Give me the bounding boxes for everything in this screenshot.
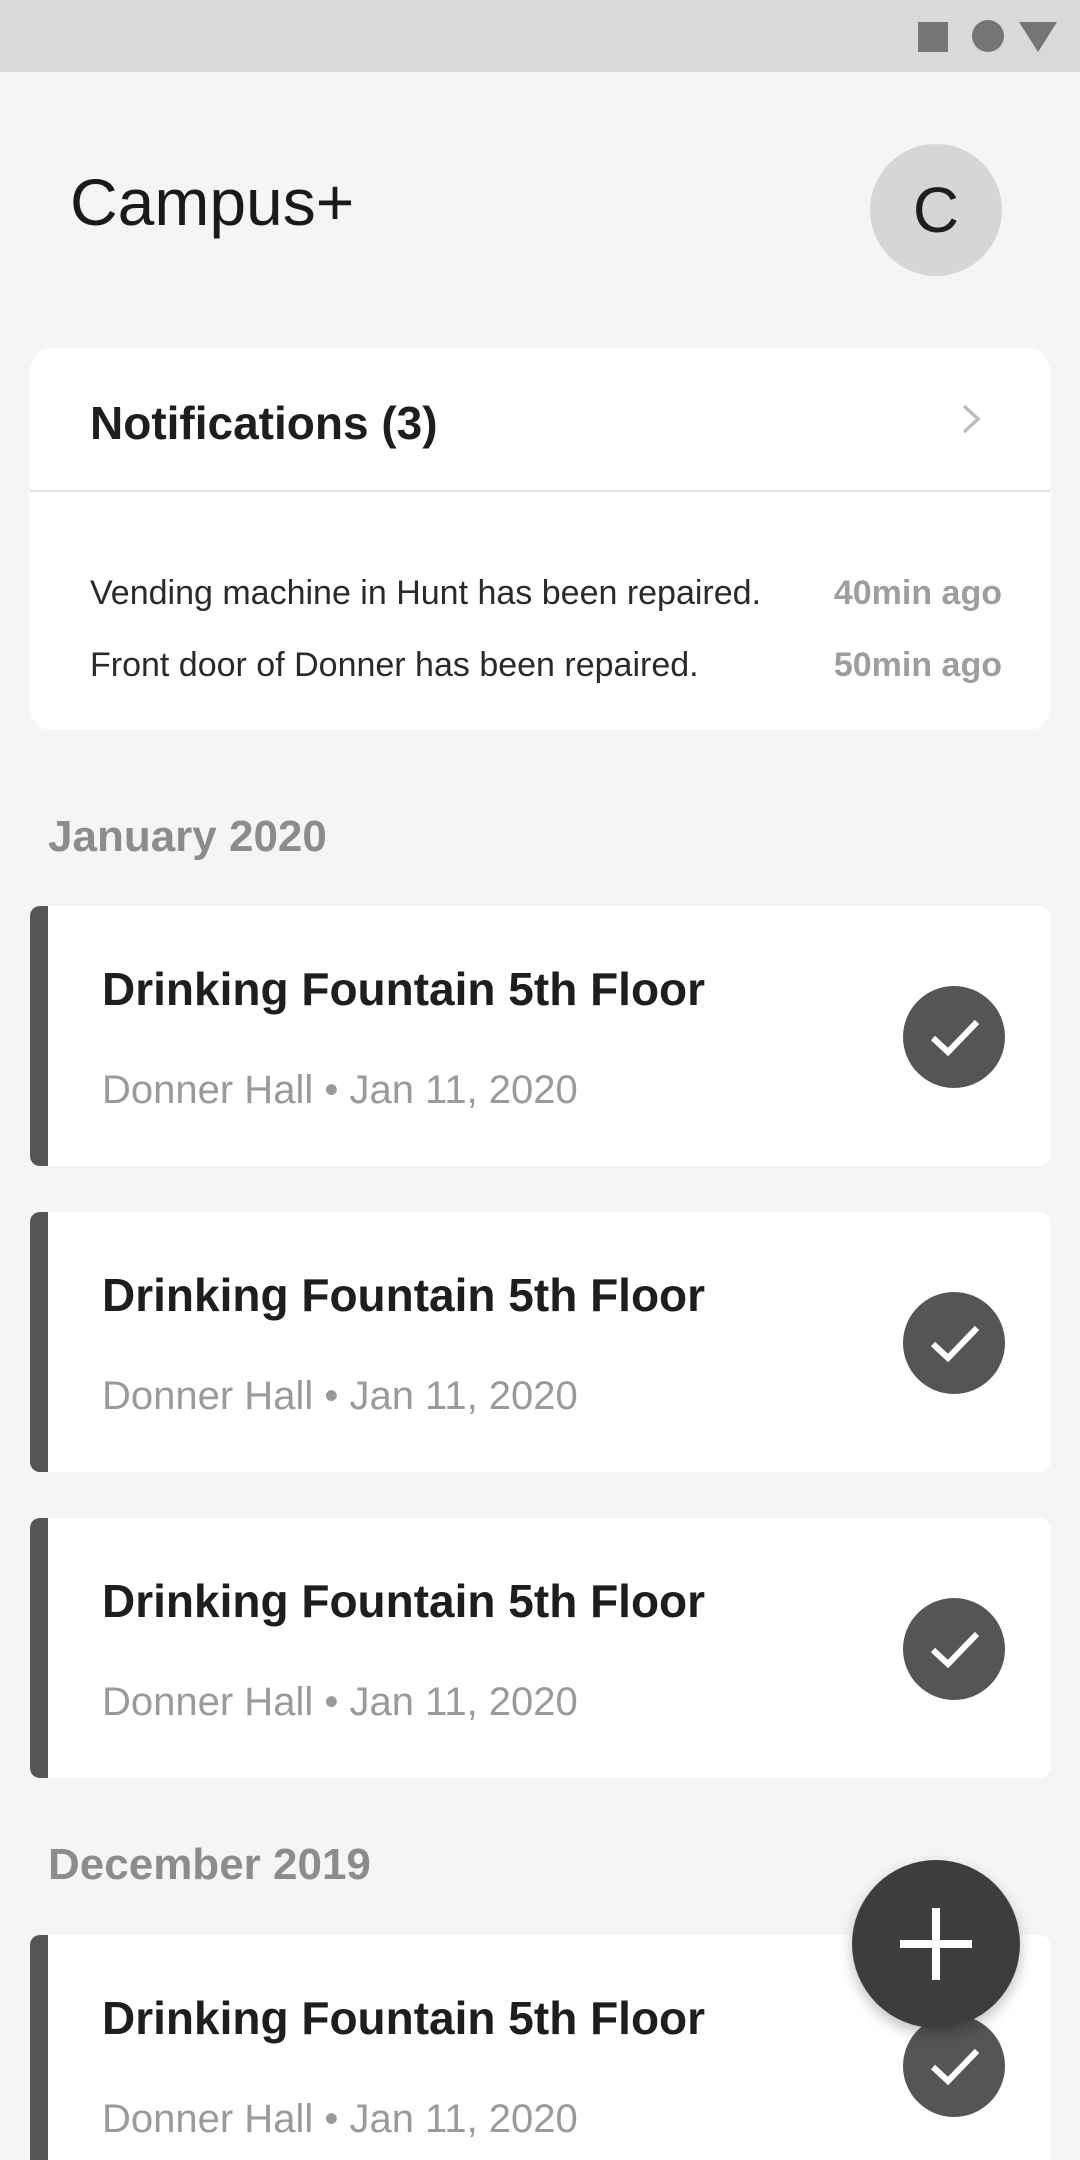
report-subtitle: Donner Hall • Jan 11, 2020 [102,1680,578,1724]
chevron-right-icon [962,404,981,434]
status-accent-bar [30,1212,48,1472]
notification-time: 50min ago [833,646,1002,684]
check-button[interactable] [903,1292,1005,1394]
notification-time: 40min ago [833,574,1002,612]
check-icon [930,1631,980,1669]
circle-icon [972,20,1004,52]
report-subtitle: Donner Hall • Jan 11, 2020 [102,1374,578,1418]
report-card[interactable]: Drinking Fountain 5th Floor Donner Hall … [30,1518,1050,1778]
check-button[interactable] [903,2015,1005,2117]
triangle-icon [1019,22,1057,52]
check-icon [930,1019,980,1057]
notification-message: Vending machine in Hunt has been repaire… [90,574,762,612]
status-accent-bar [30,1935,48,2160]
report-title: Drinking Fountain 5th Floor [102,963,706,1015]
check-button[interactable] [903,986,1005,1088]
report-card[interactable]: Drinking Fountain 5th Floor Donner Hall … [30,906,1050,1166]
notifications-card: Notifications (3) Vending machine in Hun… [30,348,1050,730]
report-title: Drinking Fountain 5th Floor [102,1269,706,1321]
report-title: Drinking Fountain 5th Floor [102,1992,706,2044]
notification-item[interactable]: Front door of Donner has been repaired. … [90,640,1002,690]
avatar[interactable]: C [870,144,1002,276]
status-accent-bar [30,906,48,1166]
check-button[interactable] [903,1598,1005,1700]
notification-item[interactable]: Vending machine in Hunt has been repaire… [90,568,1002,618]
report-title: Drinking Fountain 5th Floor [102,1575,706,1627]
section-header-january-2020: January 2020 [48,812,327,861]
square-icon [918,22,948,52]
notifications-title: Notifications (3) [90,397,438,449]
add-report-button[interactable] [852,1860,1020,2028]
report-card[interactable]: Drinking Fountain 5th Floor Donner Hall … [30,1212,1050,1472]
notifications-header[interactable]: Notifications (3) [30,348,1050,492]
notification-message: Front door of Donner has been repaired. [90,646,699,684]
app-title: Campus+ [70,165,355,239]
status-accent-bar [30,1518,48,1778]
check-icon [930,2048,980,2086]
report-subtitle: Donner Hall • Jan 11, 2020 [102,1068,578,1112]
status-bar [0,0,1080,72]
check-icon [930,1325,980,1363]
section-header-december-2019: December 2019 [48,1840,371,1889]
report-subtitle: Donner Hall • Jan 11, 2020 [102,2097,578,2141]
